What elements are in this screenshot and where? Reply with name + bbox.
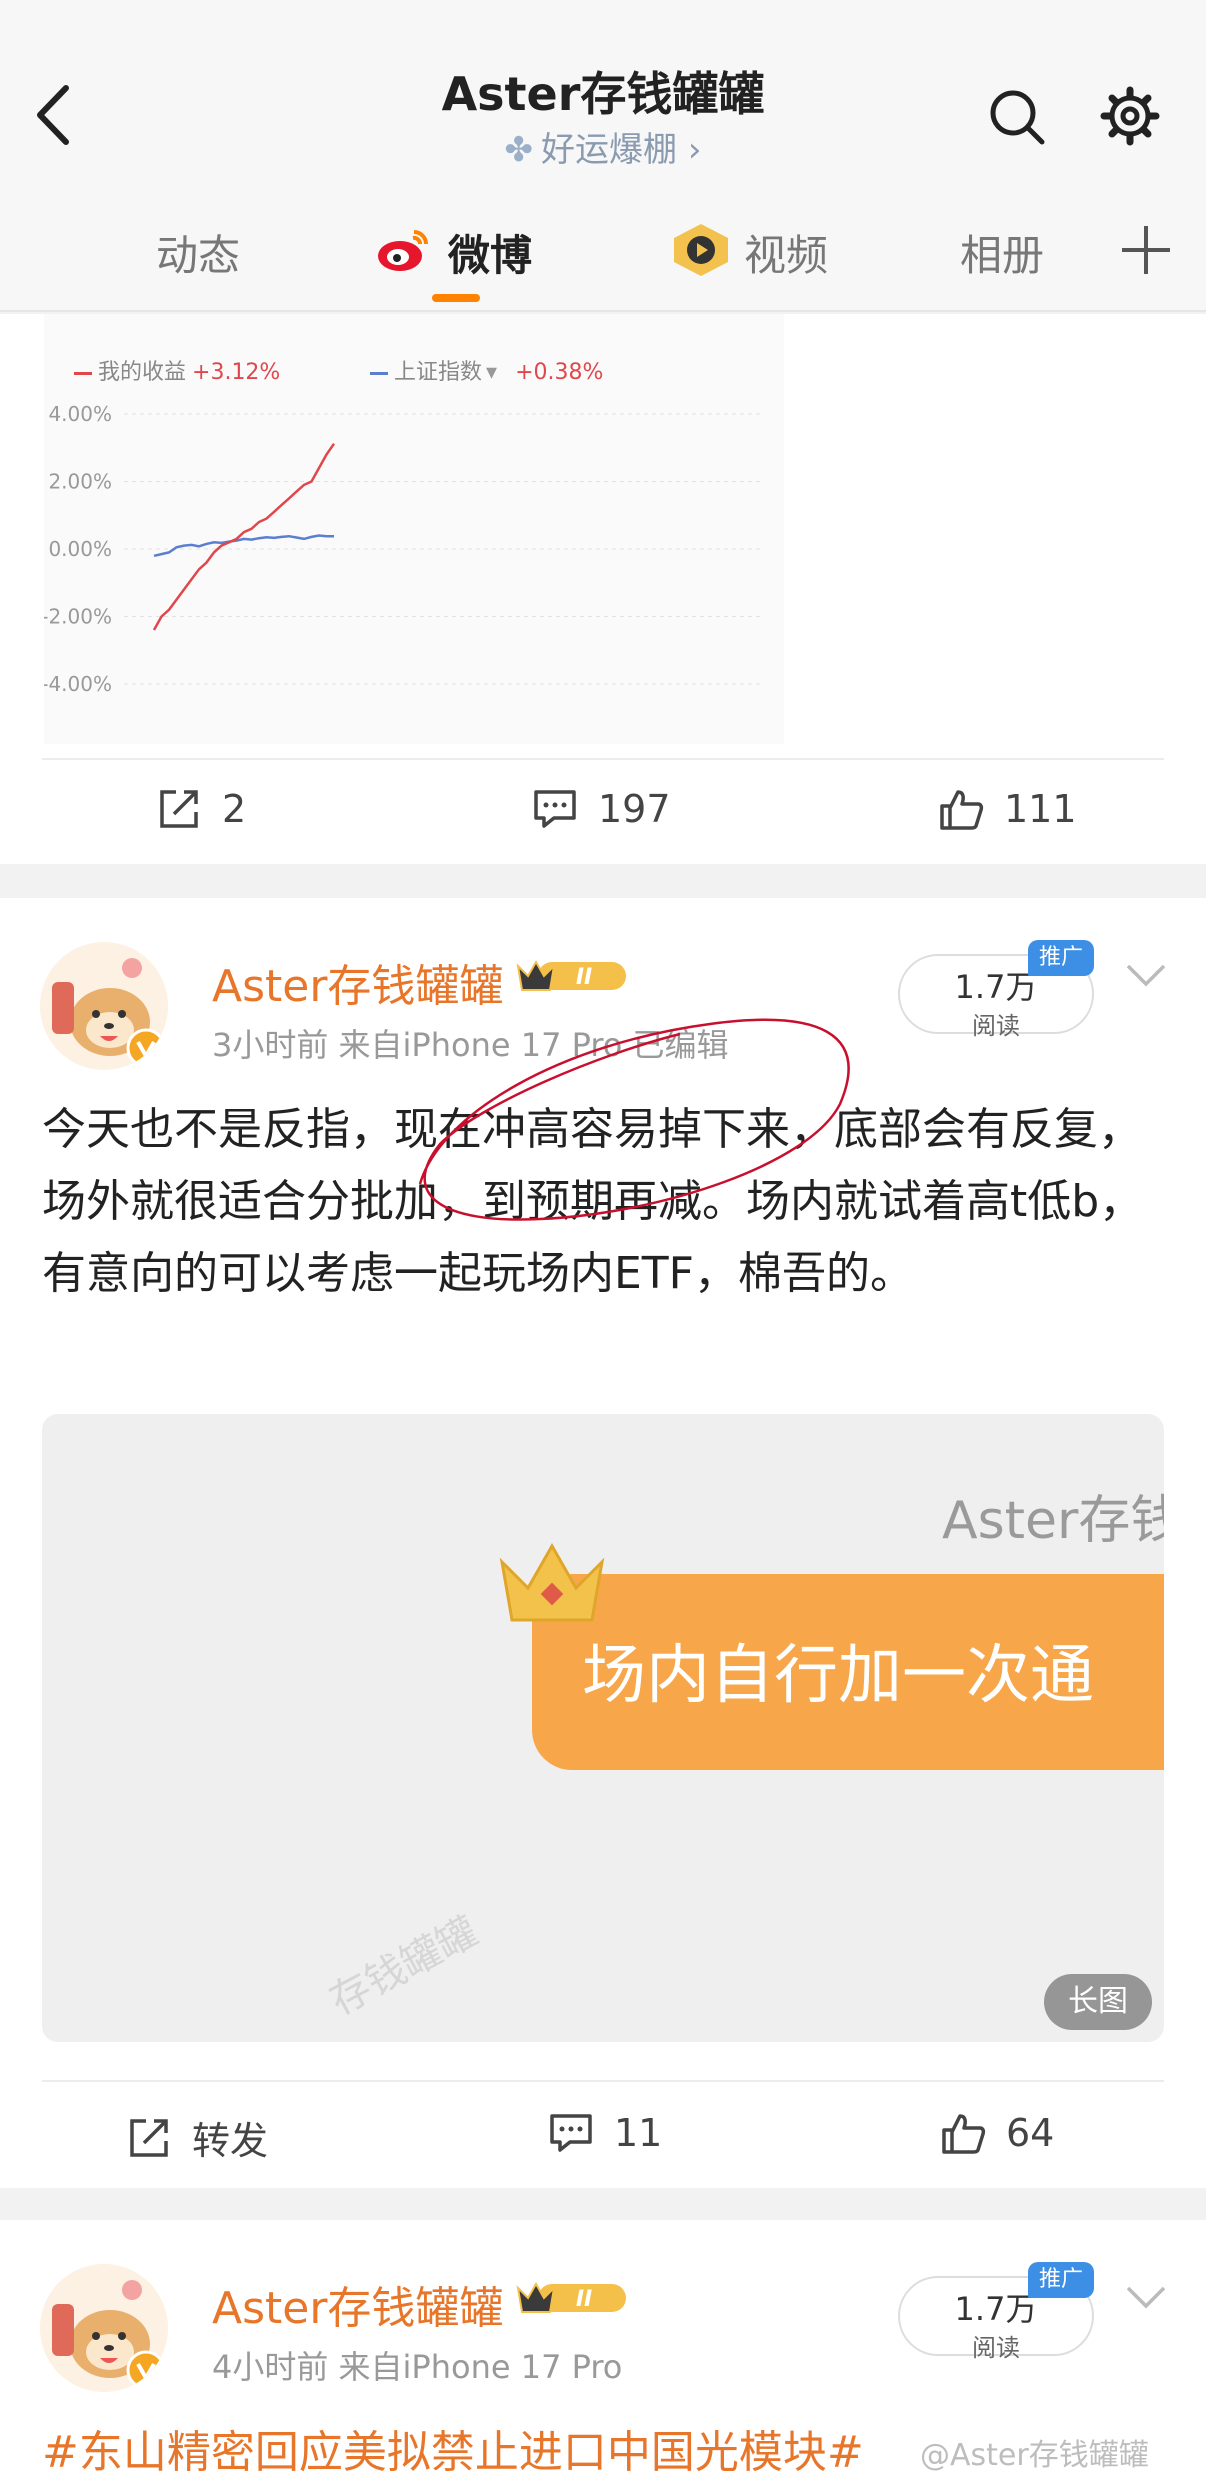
- legend-value: +3.12%: [192, 360, 281, 385]
- membership-crown-icon[interactable]: II: [514, 956, 630, 996]
- hand-drawn-circle-annotation: [418, 1018, 850, 1221]
- chevron-down-icon[interactable]: [1124, 2282, 1168, 2312]
- avatar[interactable]: [40, 2264, 168, 2392]
- y-tick-label: 0.00%: [48, 537, 112, 561]
- share-icon: [160, 790, 198, 828]
- profile-tabs: 动态 微博 视频 相册: [0, 182, 1206, 312]
- avatar[interactable]: [40, 942, 168, 1070]
- video-icon: [674, 224, 728, 276]
- post-meta: 4小时前 来自iPhone 17 Pro: [212, 2348, 623, 2386]
- tab-album[interactable]: 相册: [960, 222, 1044, 283]
- crown-icon: [499, 1542, 605, 1622]
- legend-swatch-blue: [370, 371, 388, 375]
- weibo-logo-icon: [378, 230, 428, 271]
- share-count: 2: [222, 787, 247, 831]
- dropdown-arrow-icon: ▾: [486, 360, 498, 385]
- thumbs-up-icon: [942, 2114, 986, 2154]
- share-button[interactable]: 2: [156, 786, 246, 832]
- clover-icon: ✤: [504, 130, 534, 170]
- legend-sse-index[interactable]: 上证指数 ▾ +0.38%: [370, 354, 603, 386]
- top-bar: Aster存钱罐罐 ✤ 好运爆棚 ›: [0, 0, 1206, 182]
- tab-video[interactable]: 视频: [744, 222, 828, 283]
- comment-icon: [550, 2114, 592, 2152]
- chevron-down-icon[interactable]: [1124, 960, 1168, 990]
- legend-swatch-red: [74, 371, 92, 375]
- chart-plot: 4.00% 2.00% 0.00% -2.00% -4.00%: [44, 404, 764, 696]
- repost-label: 转发: [192, 2119, 269, 2163]
- read-label: 阅读: [972, 2334, 1020, 2362]
- series-line-sse-index: [153, 534, 334, 558]
- promo-badge: 推广: [1028, 2262, 1094, 2298]
- divider: [42, 2080, 1164, 2082]
- hashtag-link[interactable]: #东山精密回应美拟禁止进口中国光模块#: [42, 2416, 864, 2480]
- legend-my-earnings: 我的收益 +3.12%: [74, 354, 280, 386]
- verified-badge-icon: [126, 2350, 166, 2390]
- screenshot-watermark: @Aster存钱罐罐: [920, 2438, 1149, 2473]
- gear-icon[interactable]: [1100, 86, 1160, 146]
- comment-button[interactable]: 197: [532, 786, 671, 832]
- svg-text:II: II: [576, 965, 592, 990]
- read-label: 阅读: [972, 1012, 1020, 1040]
- image-brand-text: Aster存钱: [942, 1491, 1164, 1551]
- repost-button[interactable]: 转发: [126, 2110, 268, 2165]
- comment-count: 11: [614, 2111, 663, 2155]
- post-card-chart: 我的收益 +3.12% 上证指数 ▾ +0.38% 4.00% 2.00% 0.00% -2…: [0, 314, 1206, 864]
- svg-text:II: II: [576, 2287, 592, 2312]
- author-name[interactable]: Aster存钱罐罐: [212, 2272, 503, 2336]
- long-image-attachment[interactable]: Aster存钱 场内自行加一次通 存钱罐罐 长图: [42, 1414, 1164, 2042]
- share-icon: [130, 2118, 168, 2157]
- y-tick-label: 2.00%: [48, 470, 112, 494]
- search-icon[interactable]: [988, 88, 1046, 146]
- legend-label: 上证指数: [394, 360, 483, 385]
- tab-weibo[interactable]: 微博: [448, 222, 532, 283]
- image-banner-text: 场内自行加一次通: [582, 1639, 1094, 1713]
- tab-dynamic[interactable]: 动态: [156, 222, 240, 283]
- image-watermark: 存钱罐罐: [322, 1908, 486, 2025]
- legend-value: +0.38%: [515, 360, 604, 385]
- comment-icon: [534, 790, 576, 828]
- promo-badge: 推广: [1028, 940, 1094, 976]
- like-count: 111: [1004, 787, 1077, 831]
- long-image-badge: 长图: [1044, 1974, 1152, 2030]
- comment-button[interactable]: 11: [548, 2110, 662, 2156]
- y-tick-label: 4.00%: [48, 404, 112, 426]
- comment-count: 197: [598, 787, 671, 831]
- like-button[interactable]: 64: [940, 2110, 1054, 2156]
- like-button[interactable]: 111: [938, 786, 1077, 832]
- thumbs-up-icon: [940, 790, 984, 830]
- earnings-chart: 我的收益 +3.12% 上证指数 ▾ +0.38% 4.00% 2.00% 0.00% -2…: [44, 314, 784, 744]
- chevron-right-icon: ›: [687, 130, 702, 170]
- status-text: 好运爆棚: [541, 130, 678, 170]
- membership-crown-icon[interactable]: II: [514, 2278, 630, 2318]
- active-tab-indicator: [432, 294, 480, 302]
- add-tab-icon[interactable]: [1118, 222, 1174, 278]
- post-card-1: Aster存钱罐罐 II 3小时前 来自iPhone 17 Pro 已编辑 1.…: [0, 898, 1206, 2188]
- y-tick-label: -2.00%: [44, 605, 112, 629]
- verified-badge-icon: [126, 1028, 166, 1068]
- like-count: 64: [1006, 2111, 1055, 2155]
- legend-label: 我的收益: [98, 360, 187, 385]
- divider: [42, 758, 1164, 760]
- y-tick-label: -4.00%: [44, 672, 112, 696]
